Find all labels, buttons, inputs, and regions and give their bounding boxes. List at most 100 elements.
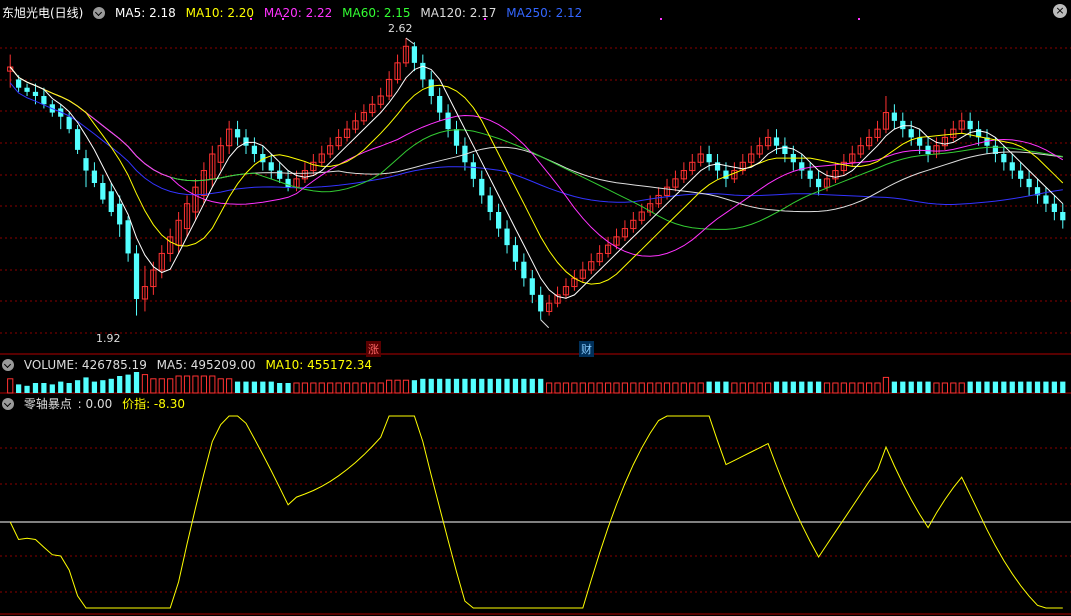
cai-tag[interactable]: 财 (579, 341, 594, 357)
volume-bar (437, 378, 443, 393)
candle-body (512, 245, 519, 262)
volume-bar (891, 381, 897, 393)
volume-bar (832, 382, 839, 394)
candle-body (41, 96, 47, 105)
volume-bar (773, 381, 780, 393)
stock-chart[interactable] (0, 0, 1071, 616)
volume-bar (158, 378, 165, 394)
candle-body (1043, 195, 1049, 204)
volume-bar (1043, 381, 1049, 393)
volume-bar (470, 378, 476, 393)
volume-bar (815, 381, 822, 393)
volume-bar (790, 381, 796, 393)
volume-bar (108, 378, 114, 393)
volume-bar (697, 382, 704, 394)
volume-bar (1018, 381, 1024, 393)
volume-bar (192, 375, 199, 394)
candle-body (925, 145, 931, 154)
volume-bar (967, 381, 973, 393)
volume-bar (243, 381, 249, 393)
volume-bar (1051, 381, 1057, 393)
volume-bar (680, 382, 687, 394)
candle-body (243, 137, 249, 146)
volume-bar (369, 382, 376, 394)
volume-bar (301, 382, 309, 394)
volume-bar (900, 381, 906, 393)
candle-body (706, 154, 712, 163)
volume-bar (1001, 381, 1007, 393)
ma250-line (9, 82, 1063, 205)
volume-bar (125, 374, 131, 393)
candle-body (234, 129, 241, 138)
candle-body (538, 294, 544, 312)
volume-bar (840, 382, 847, 394)
volume-bar (849, 382, 856, 394)
volume-bar (933, 382, 940, 394)
volume-bar (1026, 381, 1032, 393)
volume-bar (799, 381, 805, 393)
candle-body (411, 46, 418, 63)
volume-bar (386, 379, 393, 394)
volume-bar (277, 383, 283, 393)
candle-body (521, 261, 527, 279)
candle-body (83, 158, 89, 171)
chevron-down-icon[interactable] (93, 7, 106, 19)
volume-bar (183, 375, 191, 394)
volume-bar (268, 381, 274, 393)
close-icon[interactable]: × (1053, 4, 1067, 18)
volume-bar (874, 382, 881, 394)
volume-bar (504, 378, 510, 393)
volume-bar (293, 382, 300, 394)
volume-bar (521, 378, 527, 393)
volume-bar (958, 382, 965, 394)
volume-ma5-label: MA5: 495209.00 (156, 358, 256, 372)
volume-bar (495, 378, 502, 393)
volume-bar (411, 380, 418, 393)
volume-bar (512, 378, 519, 393)
volume-bar (260, 381, 266, 393)
volume-bar (731, 382, 738, 394)
volume-bar (950, 382, 957, 394)
volume-bar (394, 379, 401, 394)
low-price-label: 1.92 (96, 332, 121, 345)
ma120-label: MA120: 2.17 (420, 6, 497, 20)
candle-body (32, 91, 39, 96)
candle-body (917, 137, 923, 146)
volume-bar (739, 382, 746, 394)
volume-bar (217, 378, 224, 394)
volume-bar (857, 382, 864, 394)
candle-body (479, 178, 485, 196)
volume-bar (141, 374, 149, 394)
volume-bar (234, 381, 241, 393)
volume-bar (41, 383, 47, 393)
candle-body (91, 170, 98, 183)
volume-bar (453, 378, 460, 393)
chevron-down-icon[interactable] (2, 359, 14, 371)
stock-name[interactable]: 东旭光电(日线) (2, 6, 83, 20)
volume-bar (343, 382, 351, 394)
chevron-down-icon[interactable] (2, 398, 14, 410)
oscillator-name: 零轴暴点 (23, 397, 72, 411)
candle-body (1018, 170, 1024, 179)
volume-bar (562, 382, 570, 394)
candle-body (453, 129, 460, 146)
volume-bar (823, 382, 831, 394)
volume-bar (402, 379, 410, 394)
candle-body (24, 87, 30, 92)
candle-body (773, 137, 780, 146)
volume-bar (209, 375, 216, 394)
volume-bar (672, 382, 679, 394)
ma60-label: MA60: 2.15 (342, 6, 411, 20)
candle-body (470, 162, 476, 179)
volume-bar (663, 382, 671, 394)
zhang-tag[interactable]: 涨 (366, 341, 381, 357)
candle-body (967, 120, 973, 130)
volume-bar (546, 382, 553, 394)
low-marker (540, 319, 550, 329)
candle-body (495, 212, 502, 229)
volume-ma10-label: MA10: 455172.34 (265, 358, 373, 372)
candle-body (891, 112, 897, 121)
candle-body (504, 228, 510, 246)
volume-bar (479, 378, 485, 393)
oscillator-value: : 0.00 (77, 397, 113, 411)
